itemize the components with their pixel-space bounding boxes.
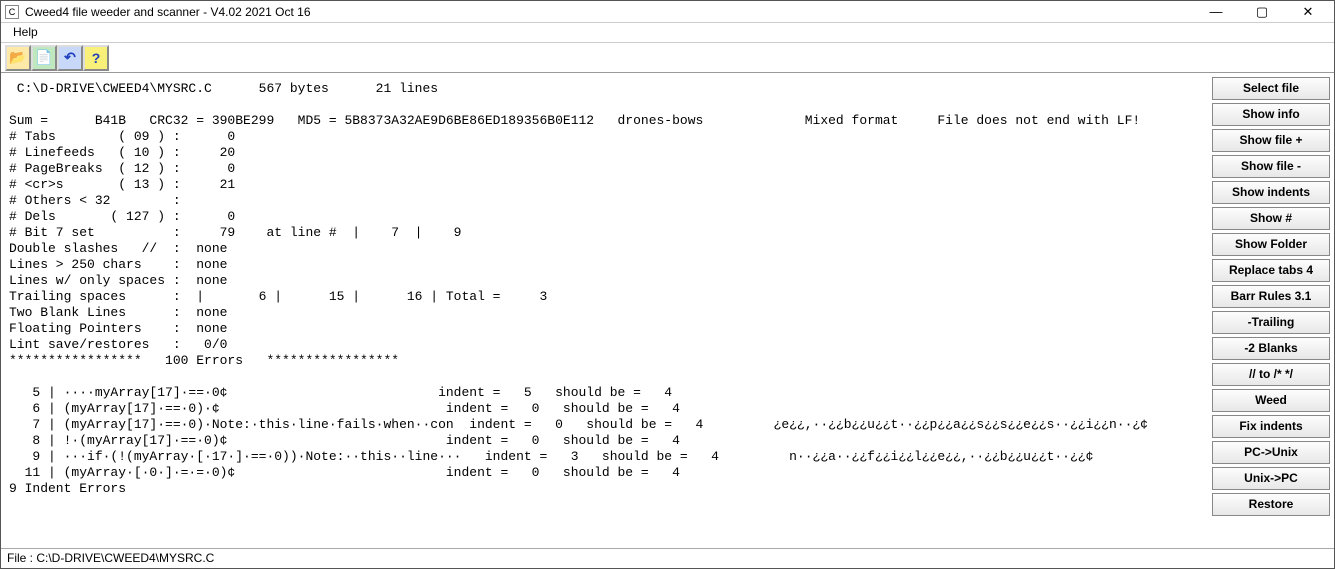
window-controls: — ▢ ✕ [1202, 3, 1330, 21]
folder-icon: 📂 [9, 49, 26, 66]
app-icon: C [5, 5, 19, 19]
scan-button[interactable]: 📄 [31, 45, 57, 71]
undo-button[interactable]: ↶ [57, 45, 83, 71]
barr-rules-button[interactable]: Barr Rules 3.1 [1212, 285, 1330, 308]
menubar: Help [1, 23, 1334, 43]
minimize-button[interactable]: — [1202, 3, 1230, 21]
fix-indents-button[interactable]: Fix indents [1212, 415, 1330, 438]
show-hash-button[interactable]: Show # [1212, 207, 1330, 230]
toolbar: 📂 📄 ↶ ? [1, 43, 1334, 73]
open-button[interactable]: 📂 [5, 45, 31, 71]
replace-tabs-button[interactable]: Replace tabs 4 [1212, 259, 1330, 282]
select-file-button[interactable]: Select file [1212, 77, 1330, 100]
main-area: C:\D-DRIVE\CWEED4\MYSRC.C 567 bytes 21 l… [1, 73, 1334, 548]
show-indents-button[interactable]: Show indents [1212, 181, 1330, 204]
restore-button[interactable]: Restore [1212, 493, 1330, 516]
undo-icon: ↶ [64, 49, 76, 66]
titlebar: C Cweed4 file weeder and scanner - V4.02… [1, 1, 1334, 23]
window-title: Cweed4 file weeder and scanner - V4.02 2… [25, 5, 1202, 19]
show-info-button[interactable]: Show info [1212, 103, 1330, 126]
show-file-minus-button[interactable]: Show file - [1212, 155, 1330, 178]
unix-to-pc-button[interactable]: Unix->PC [1212, 467, 1330, 490]
show-file-plus-button[interactable]: Show file + [1212, 129, 1330, 152]
maximize-button[interactable]: ▢ [1248, 3, 1276, 21]
weed-button[interactable]: Weed [1212, 389, 1330, 412]
comment-convert-button[interactable]: // to /* */ [1212, 363, 1330, 386]
sidebar: Select file Show info Show file + Show f… [1208, 73, 1334, 548]
content-pane: C:\D-DRIVE\CWEED4\MYSRC.C 567 bytes 21 l… [1, 73, 1208, 548]
close-button[interactable]: ✕ [1294, 3, 1322, 21]
two-blanks-button[interactable]: -2 Blanks [1212, 337, 1330, 360]
trailing-button[interactable]: -Trailing [1212, 311, 1330, 334]
show-folder-button[interactable]: Show Folder [1212, 233, 1330, 256]
help-button[interactable]: ? [83, 45, 109, 71]
statusbar: File : C:\D-DRIVE\CWEED4\MYSRC.C [1, 548, 1334, 568]
status-text: File : C:\D-DRIVE\CWEED4\MYSRC.C [7, 551, 214, 565]
pc-to-unix-button[interactable]: PC->Unix [1212, 441, 1330, 464]
help-menu[interactable]: Help [7, 23, 44, 41]
help-icon: ? [92, 50, 101, 66]
document-icon: 📄 [35, 49, 52, 66]
